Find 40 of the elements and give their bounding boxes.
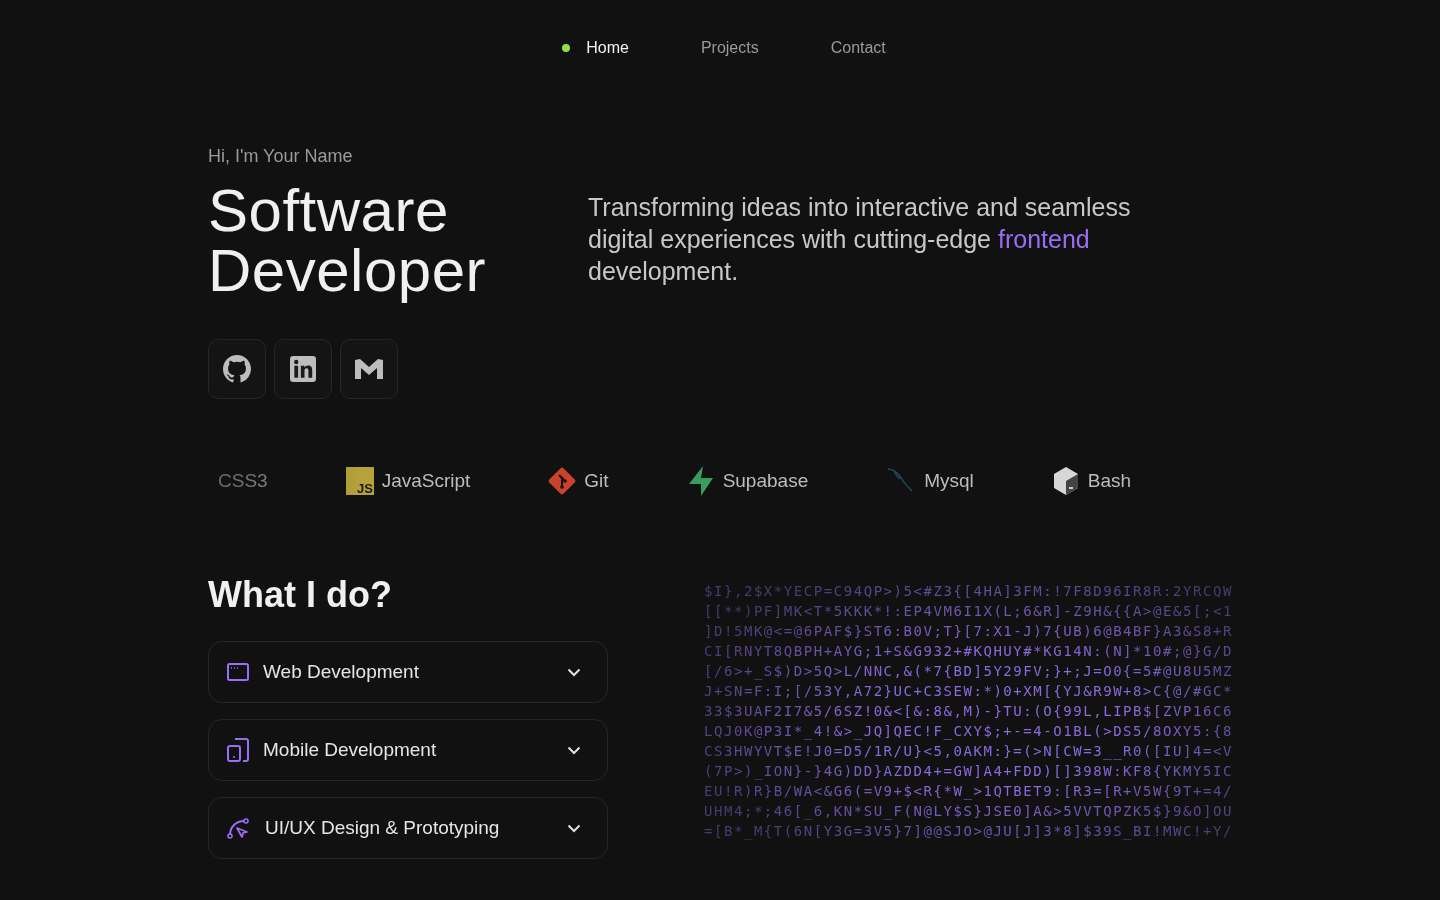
- matrix-text: [[**)PF]MK<T*5KKK*!:EP4VM6I1X(L;6&R]-Z9H&{{A>@E&5[;<1: [704, 602, 1233, 621]
- social-button[interactable]: [340, 339, 398, 399]
- github-icon: [223, 355, 251, 383]
- nav-link[interactable]: Home: [562, 38, 629, 58]
- social-button[interactable]: [274, 339, 332, 399]
- accordion-item[interactable]: Web Development: [208, 641, 608, 703]
- matrix-text: ]D!5MK@<=@6PAF$}ST6:B0V;T}[7:X1-J)7{UB)6@B4BF}A3&S8+R: [704, 622, 1233, 641]
- matrix-text: 33$3UAF2I7&5/6SZ!0&<[&:8&,M)-}TU:(O{99L,LIPB$[ZVP16C6: [704, 702, 1233, 721]
- hero-description: Transforming ideas into interactive and seamless digital experiences with cutting-edge frontend development.: [588, 192, 1132, 287]
- linkedin-icon: [290, 356, 316, 382]
- tech-label: Supabase: [722, 470, 809, 492]
- matrix-text: (7P>)_ION}-}4G)DD}AZDD4+=GW]A4+FDD)[]398W:KF8{YKMY5IC: [704, 762, 1233, 781]
- matrix-text: LQJ0K@P3I*_4!&>_JQ]QEC!F_CXY$;+-=4-O1BL(>DS5/8OXY5:{8: [704, 722, 1233, 741]
- matrix-text: EU!R)R}B/WA<&G6(=V9+$<R{*W_>1QTBET9:[R3=[R+V5W{9T+=4/: [704, 782, 1233, 801]
- matrix-text: =[B*_M{T(6N[Y3G=3V5}7]@@SJO>@JU[J]3*8]$39S_BI!MWC!+Y/: [704, 822, 1233, 841]
- tech-label: CSS3: [218, 470, 268, 492]
- mail-icon: [354, 357, 384, 381]
- nav-link[interactable]: Contact: [830, 38, 886, 58]
- matrix-text: [/6>+_S$)D>5Q>L/NNC,&(*7{BD]5Y29FV;}+;J=O0{=5#@U8U5MZ: [704, 662, 1233, 681]
- greeting: Hi, I'm Your Name: [208, 146, 354, 167]
- lightning-icon: [686, 466, 715, 496]
- tech-label: Bash: [1087, 470, 1132, 492]
- matrix-text: UHM4;*;46[_6,KN*SU_F(N@LY$S}JSE0]A&>5VVTQPZK5$}9&O]OU: [704, 802, 1233, 821]
- matrix-text: $I},2$X*YECP=C94QP>)5<#Z3{[4HA]3FM:!7F8D96IR8R:2YRCQW: [704, 582, 1233, 601]
- matrix-text: CI[RNYT8QBPH+AYG;1+S&G932+#KQHUY#*KG14N:(N]*10#;@}G/D: [704, 642, 1233, 661]
- matrix-text: J+SN=F:I;[/53Y,A72}UC+C3SEW:*)0+XM[{YJ&R9W+8>C{@/#GC*: [704, 682, 1233, 701]
- javascript-icon: JS: [345, 467, 374, 495]
- hero-title: Software Developer: [208, 181, 487, 301]
- pen-curve-icon: [227, 817, 251, 839]
- tech-label: Mysql: [924, 470, 974, 492]
- tech-label: JavaScript: [381, 470, 471, 492]
- browser-window-icon: [227, 663, 249, 681]
- nav-link[interactable]: Projects: [700, 38, 759, 58]
- tech-label: Git: [584, 470, 609, 492]
- phone-tablet-icon: [227, 738, 249, 762]
- matrix-text: CS3HWYVT$E!J0=D5/1R/U}<5,0AKM:}=(>N[CW=3__R0([IU]4=<V: [704, 742, 1233, 761]
- accordion-item[interactable]: Mobile Development: [208, 719, 608, 781]
- section-title: What I do?: [208, 573, 393, 617]
- social-button[interactable]: [208, 339, 266, 399]
- accordion-item[interactable]: UI/UX Design & Prototyping: [208, 797, 608, 859]
